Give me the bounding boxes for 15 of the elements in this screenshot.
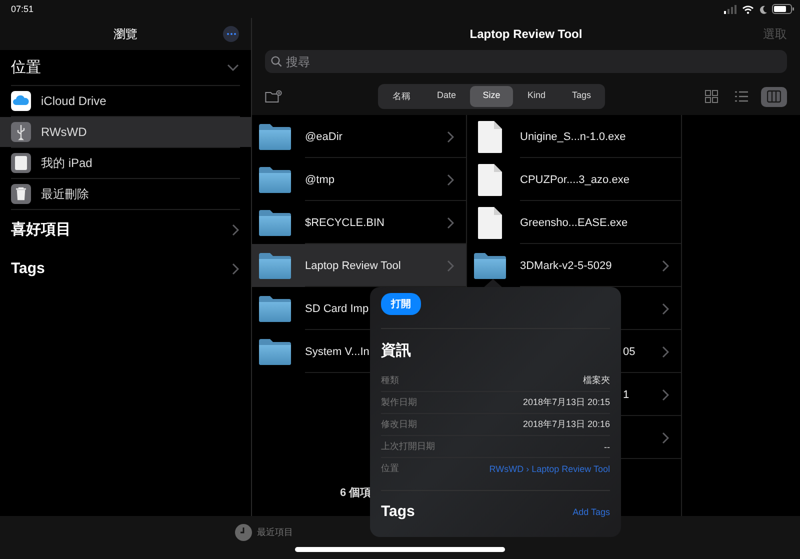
info-label: 上次打開日期 <box>381 440 435 453</box>
folder-title: Laptop Review Tool <box>470 27 582 41</box>
sidebar-title: 瀏覽 <box>114 26 138 42</box>
item-count: 6 個項 <box>340 486 372 500</box>
info-value: 2018年7月13日 20:15 <box>522 396 610 409</box>
info-value: 2018年7月13日 20:16 <box>522 418 610 431</box>
info-heading: 資訊 <box>381 341 412 360</box>
info-label: 修改日期 <box>381 418 417 431</box>
info-label: 製作日期 <box>381 396 417 409</box>
info-label: 位置 <box>381 462 399 475</box>
info-label: 種類 <box>381 374 399 387</box>
tags-heading: Tags <box>381 503 415 520</box>
info-value: 檔案夾 <box>583 374 610 387</box>
clock-time: 07:51 <box>11 4 34 14</box>
info-value: -- <box>604 442 610 452</box>
